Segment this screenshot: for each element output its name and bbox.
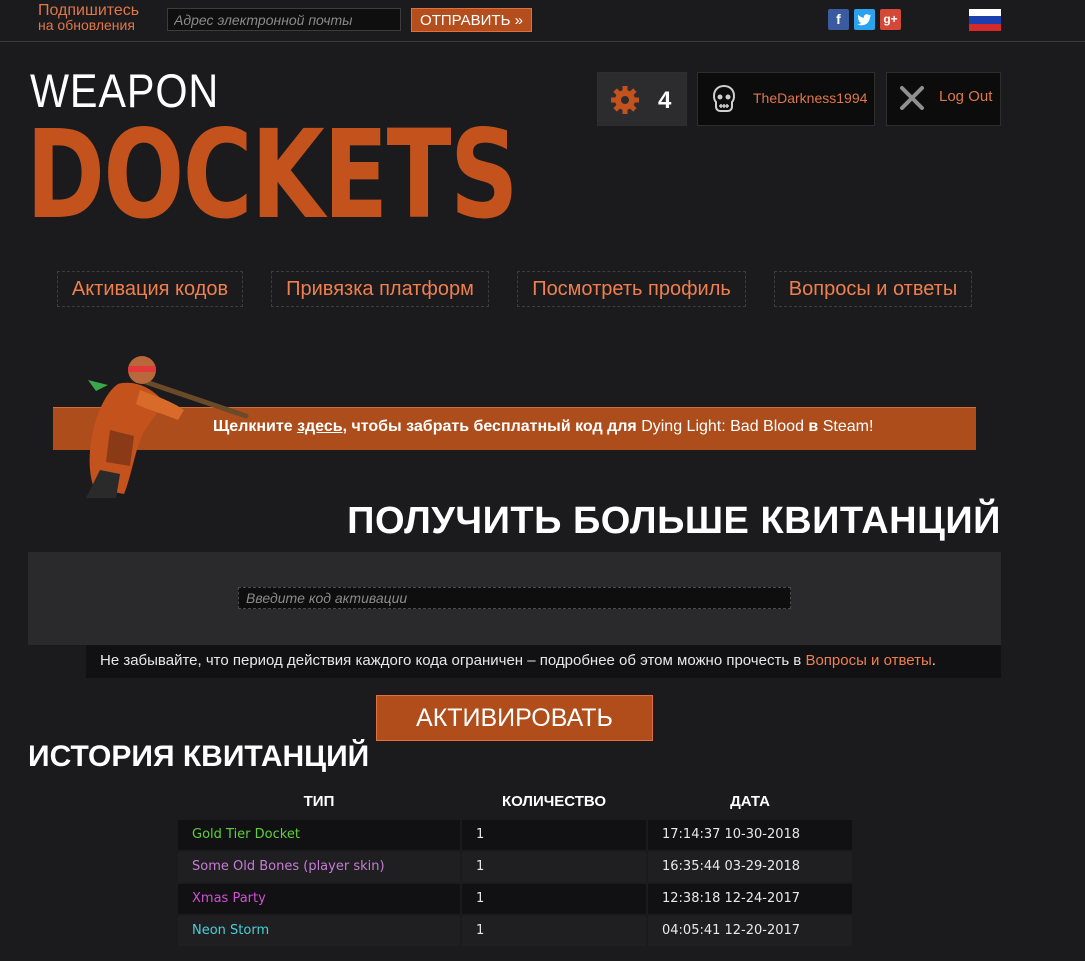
logo-dockets: DOCKETS bbox=[26, 104, 519, 246]
code-expiry-note: Не забывайте, что период действия каждог… bbox=[86, 645, 1001, 678]
note-faq-link[interactable]: Вопросы и ответы bbox=[805, 652, 931, 669]
row-date: 17:14:37 10-30-2018 bbox=[648, 820, 852, 850]
nav-activate-codes[interactable]: Активация кодов bbox=[57, 271, 243, 307]
logout-label: Log Out bbox=[939, 88, 993, 105]
facebook-icon[interactable]: f bbox=[828, 9, 849, 30]
row-date: 16:35:44 03-29-2018 bbox=[648, 852, 852, 882]
redeem-heading: ПОЛУЧИТЬ БОЛЬШЕ КВИТАНЦИЙ bbox=[347, 500, 1001, 542]
twitter-icon[interactable] bbox=[854, 9, 875, 30]
promo-claim-link[interactable]: здесь bbox=[297, 418, 343, 435]
activation-code-input[interactable] bbox=[238, 587, 791, 609]
nav-link-platforms[interactable]: Привязка платформ bbox=[271, 271, 489, 307]
row-quantity: 1 bbox=[462, 884, 646, 914]
column-header-type: ТИП bbox=[303, 793, 335, 810]
send-button[interactable]: ОТПРАВИТЬ » bbox=[411, 8, 532, 32]
table-row: Neon Storm 1 04:05:41 12-20-2017 bbox=[178, 916, 852, 946]
row-quantity: 1 bbox=[462, 820, 646, 850]
promo-prefix: Щелкните bbox=[213, 418, 298, 435]
close-icon bbox=[900, 86, 924, 110]
russia-flag-icon[interactable] bbox=[969, 9, 1001, 31]
note-text: Не забывайте, что период действия каждог… bbox=[100, 652, 806, 669]
nav-faq[interactable]: Вопросы и ответы bbox=[774, 271, 972, 307]
table-row: Some Old Bones (player skin) 1 16:35:44 … bbox=[178, 852, 852, 882]
google-plus-icon[interactable]: g+ bbox=[880, 9, 901, 30]
row-date: 04:05:41 12-20-2017 bbox=[648, 916, 852, 946]
user-profile-box[interactable]: TheDarkness1994 bbox=[697, 72, 875, 126]
row-date: 12:38:18 12-24-2017 bbox=[648, 884, 852, 914]
column-header-date: ДАТА bbox=[730, 793, 770, 810]
row-type: Neon Storm bbox=[178, 916, 460, 946]
gear-counter[interactable]: 4 bbox=[597, 72, 687, 126]
gear-icon bbox=[611, 86, 639, 114]
row-quantity: 1 bbox=[462, 916, 646, 946]
history-heading: ИСТОРИЯ КВИТАНЦИЙ bbox=[28, 740, 370, 773]
subscribe-line2: на обновления bbox=[38, 17, 135, 33]
promo-text: Щелкните здесь, чтобы забрать бесплатный… bbox=[213, 418, 873, 436]
activate-button[interactable]: АКТИВИРОВАТЬ bbox=[376, 695, 653, 741]
column-header-quantity: КОЛИЧЕСТВО bbox=[501, 793, 607, 810]
nav-view-profile[interactable]: Посмотреть профиль bbox=[517, 271, 746, 307]
zombie-avatar-icon bbox=[712, 84, 736, 112]
promo-in: в bbox=[803, 418, 823, 435]
gear-count: 4 bbox=[658, 87, 672, 114]
row-type: Some Old Bones (player skin) bbox=[178, 852, 460, 882]
row-quantity: 1 bbox=[462, 852, 646, 882]
note-end: . bbox=[931, 652, 936, 669]
logout-button[interactable]: Log Out bbox=[886, 72, 1001, 126]
row-type: Xmas Party bbox=[178, 884, 460, 914]
table-row: Gold Tier Docket 1 17:14:37 10-30-2018 bbox=[178, 820, 852, 850]
email-field[interactable] bbox=[167, 8, 401, 31]
promo-game: Dying Light: Bad Blood bbox=[641, 418, 804, 435]
username: TheDarkness1994 bbox=[753, 90, 868, 106]
subscribe-line1: Подпишитесь bbox=[38, 2, 140, 19]
promo-platform: Steam! bbox=[822, 418, 874, 435]
row-type: Gold Tier Docket bbox=[178, 820, 460, 850]
table-row: Xmas Party 1 12:38:18 12-24-2017 bbox=[178, 884, 852, 914]
promo-middle: , чтобы забрать бесплатный код для bbox=[342, 418, 642, 435]
top-bar: Подпишитесь на обновления ОТПРАВИТЬ » f … bbox=[0, 0, 1085, 42]
subscribe-label: Подпишитесь на обновления bbox=[38, 3, 139, 33]
